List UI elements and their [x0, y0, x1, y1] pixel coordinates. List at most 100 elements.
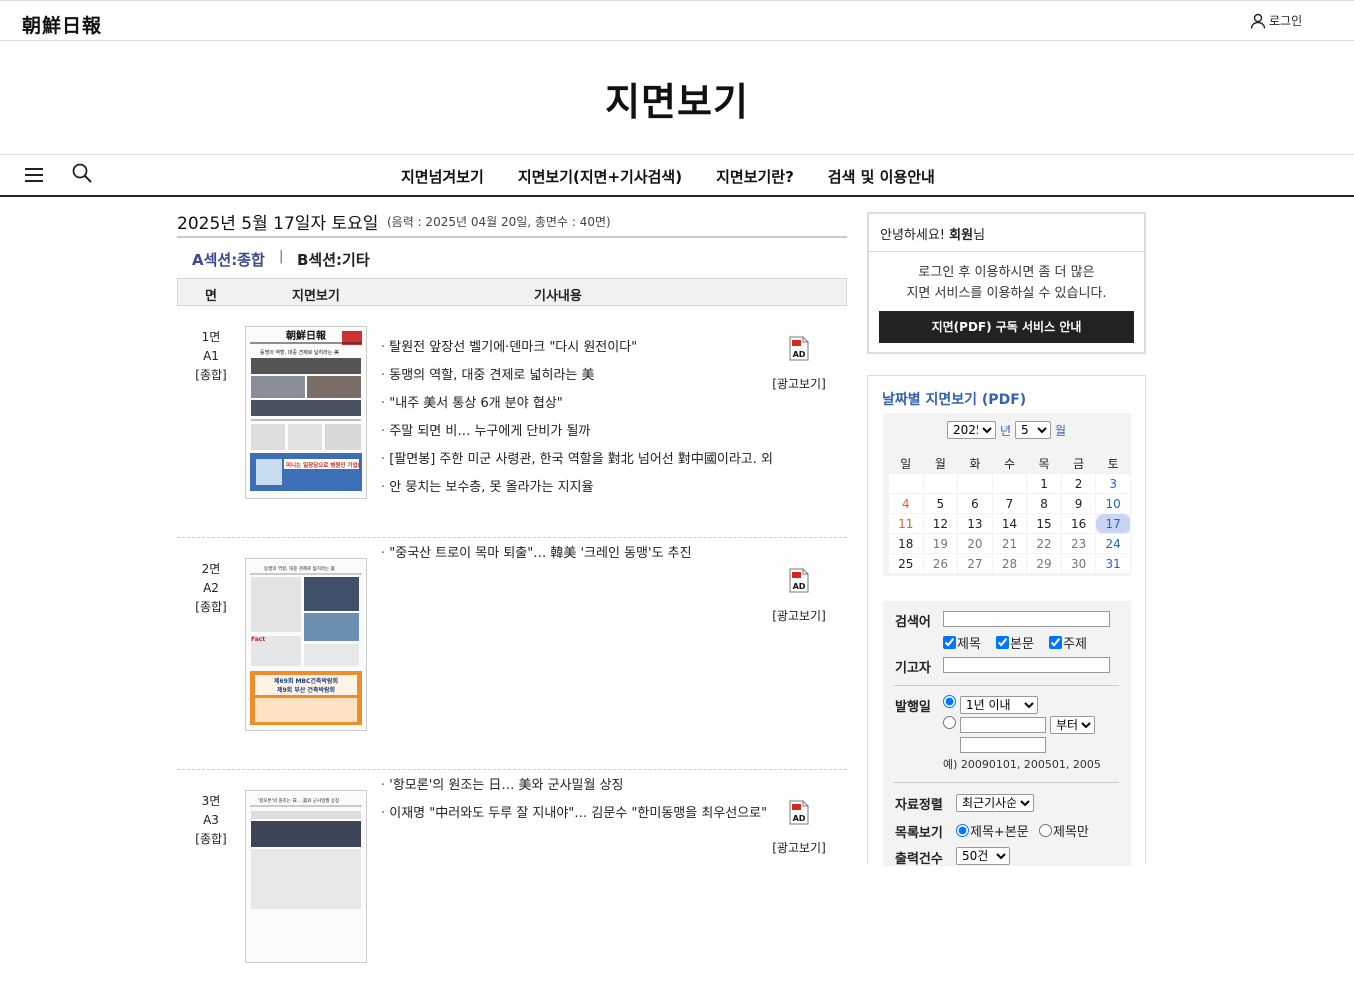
- ad-view-button[interactable]: AD [광고보기]: [771, 568, 827, 624]
- site-logo[interactable]: 朝鮮日報: [22, 11, 102, 38]
- table-header: 면 지면보기 기사내용: [177, 278, 847, 306]
- calendar-day[interactable]: 11: [888, 513, 924, 534]
- calendar-day[interactable]: 9: [1060, 493, 1097, 514]
- calendar-day[interactable]: 27: [957, 553, 993, 574]
- page-code: A3: [203, 813, 219, 827]
- ad-view-button[interactable]: AD [광고보기]: [771, 336, 827, 392]
- article-link[interactable]: "중국산 트로이 목마 퇴출"… 韓美 '크레인 동맹'도 추진: [381, 540, 691, 568]
- check-body[interactable]: 본문: [996, 633, 1034, 652]
- article-list: "중국산 트로이 목마 퇴출"… 韓美 '크레인 동맹'도 추진: [381, 540, 691, 568]
- calendar-day[interactable]: 19: [922, 533, 959, 554]
- member-box: 안녕하세요! 회원님 로그인 후 이용하시면 좀 더 많은 지면 서비스를 이용…: [867, 212, 1146, 354]
- check-title[interactable]: 제목: [943, 633, 981, 652]
- calendar-day[interactable]: 28: [991, 553, 1028, 574]
- edition-meta: (음력 : 2025년 04월 20일, 총면수 : 40면): [387, 215, 611, 229]
- page-thumbnail[interactable]: 朝鮮日報 동맹의 역할, 대중 견제로 넓히라는 美 미니는 일장당으로 병원인…: [245, 326, 367, 499]
- date-to-input[interactable]: [960, 737, 1046, 753]
- period-radio[interactable]: [943, 695, 956, 708]
- count-select[interactable]: 50건: [956, 847, 1010, 865]
- calendar-day[interactable]: 25: [888, 553, 924, 574]
- calendar-day[interactable]: 23: [1060, 533, 1097, 554]
- month-select[interactable]: 5: [1015, 421, 1052, 439]
- view-opt2-label: 제목만: [1053, 825, 1089, 840]
- period-select[interactable]: 1년 이내: [960, 696, 1038, 714]
- calendar-day[interactable]: 24: [1095, 533, 1131, 554]
- article-link[interactable]: '항모론'의 원조는 日… 美와 군사밀월 상징: [381, 772, 767, 800]
- calendar-day[interactable]: 6: [957, 493, 993, 514]
- calendar-grid: 일월화수목금토 1 2 3 4 5 6 7 8 9 10 11 12 13 14 15 16 17 18 19 20 2…: [888, 453, 1131, 574]
- thumb-headline: 동맹의 역할, 대중 견제로 넓히라는 美: [260, 349, 339, 356]
- calendar-day[interactable]: 4: [888, 493, 924, 514]
- reporter-input[interactable]: [943, 657, 1110, 673]
- calendar-day[interactable]: 8: [1026, 493, 1062, 514]
- thumb-ad-banner: 미니는 일장당으로 병원인 기업!: [286, 461, 360, 469]
- article-link[interactable]: 안 뭉치는 보수층, 못 올라가는 지지율: [381, 474, 773, 502]
- calendar-day[interactable]: 14: [991, 513, 1028, 534]
- calendar-day[interactable]: 16: [1060, 513, 1097, 534]
- tab-section-b[interactable]: B섹션:기타: [297, 249, 370, 270]
- ad-view-button[interactable]: AD [광고보기]: [771, 800, 827, 856]
- login-button[interactable]: 로그인: [1250, 12, 1302, 29]
- range-radio[interactable]: [943, 716, 956, 729]
- nav-page-flip[interactable]: 지면넘겨보기: [384, 166, 501, 187]
- nav-page-search[interactable]: 지면보기(지면+기사검색): [501, 166, 699, 187]
- calendar-day[interactable]: 22: [1026, 533, 1062, 554]
- check-subject[interactable]: 주제: [1049, 633, 1087, 652]
- calendar-day[interactable]: 15: [1026, 513, 1062, 534]
- view-title-only[interactable]: 제목만: [1039, 821, 1089, 840]
- calendar-day[interactable]: 30: [1060, 553, 1097, 574]
- calendar-day[interactable]: 1: [1026, 473, 1062, 494]
- calendar-day[interactable]: 13: [957, 513, 993, 534]
- calendar-day[interactable]: 21: [991, 533, 1028, 554]
- calendar-day[interactable]: 18: [888, 533, 924, 554]
- year-select[interactable]: 2025: [947, 421, 996, 439]
- hamburger-menu-icon[interactable]: [25, 167, 43, 183]
- view-title-body[interactable]: 제목+본문: [956, 821, 1029, 840]
- view-label: 목록보기: [895, 826, 943, 841]
- sort-select[interactable]: 최근기사순: [956, 794, 1034, 812]
- nav-about[interactable]: 지면보기란?: [699, 166, 811, 187]
- subject-checkbox[interactable]: [1049, 636, 1062, 649]
- svg-text:AD: AD: [793, 582, 806, 591]
- range-select[interactable]: 부터: [1050, 716, 1095, 734]
- calendar-day[interactable]: 3: [1095, 473, 1131, 494]
- calendar-day[interactable]: 20: [957, 533, 993, 554]
- article-link[interactable]: "내주 美서 통상 6개 분야 협상": [381, 390, 773, 418]
- tab-section-a[interactable]: A섹션:종합: [192, 249, 265, 270]
- view-title-body-radio[interactable]: [956, 824, 969, 837]
- calendar-day[interactable]: 12: [922, 513, 959, 534]
- calendar-day[interactable]: 2: [1060, 473, 1097, 494]
- weekday-header: 화: [969, 456, 981, 471]
- page-thumbnail[interactable]: '항모론'의 원조는 日… 美와 군사밀월 상징: [245, 790, 367, 963]
- article-link[interactable]: 이재명 "中러와도 두루 잘 지내야"… 김문수 "한미동맹을 최우선으로": [381, 800, 767, 828]
- page-thumbnail[interactable]: 동맹의 역할, 대중 견제로 넓히라는 美 Fact 제69회 MBC건축박람회…: [245, 558, 367, 731]
- year-unit: 년: [1000, 423, 1012, 438]
- calendar-day[interactable]: 26: [922, 553, 959, 574]
- article-link[interactable]: [팔면봉] 주한 미군 사령관, 한국 역할을 對北 넘어선 對中國이라고. 외: [381, 446, 773, 474]
- calendar-day[interactable]: 5: [922, 493, 959, 514]
- weekday-header: 월: [934, 456, 946, 471]
- title-checkbox[interactable]: [943, 636, 956, 649]
- pdf-subscribe-button[interactable]: 지면(PDF) 구독 서비스 안내: [879, 311, 1134, 343]
- date-from-input[interactable]: [960, 717, 1046, 733]
- section-tabs: A섹션:종합 | B섹션:기타: [177, 238, 847, 278]
- calendar-day[interactable]: 10: [1095, 493, 1131, 514]
- calendar-day[interactable]: 17: [1095, 513, 1131, 534]
- calendar-day[interactable]: 31: [1095, 553, 1131, 574]
- calendar-empty-cell: [991, 473, 1028, 494]
- search-icon[interactable]: [72, 163, 92, 183]
- search-form: 검색어 제목 본문 주제 기고자 발행일 1년 이내 부터 예) 2009010…: [883, 601, 1131, 867]
- view-title-only-radio[interactable]: [1039, 824, 1052, 837]
- article-link[interactable]: 주말 되면 비… 누구에게 단비가 될까: [381, 418, 773, 446]
- member-greeting: 안녕하세요! 회원님: [869, 214, 1144, 252]
- nav-guide[interactable]: 검색 및 이용안내: [811, 166, 952, 187]
- divider: [893, 782, 1119, 783]
- thumb-headline: '항모론'의 원조는 日… 美와 군사밀월 상징: [258, 797, 339, 804]
- keyword-input[interactable]: [943, 611, 1110, 627]
- article-link[interactable]: 동맹의 역할, 대중 견제로 넓히라는 美: [381, 362, 773, 390]
- calendar-day[interactable]: 29: [1026, 553, 1062, 574]
- page-header: 지면보기: [0, 41, 1354, 154]
- calendar-day[interactable]: 7: [991, 493, 1028, 514]
- body-checkbox[interactable]: [996, 636, 1009, 649]
- article-link[interactable]: 탈원전 앞장선 벨기에·덴마크 "다시 원전이다": [381, 334, 773, 362]
